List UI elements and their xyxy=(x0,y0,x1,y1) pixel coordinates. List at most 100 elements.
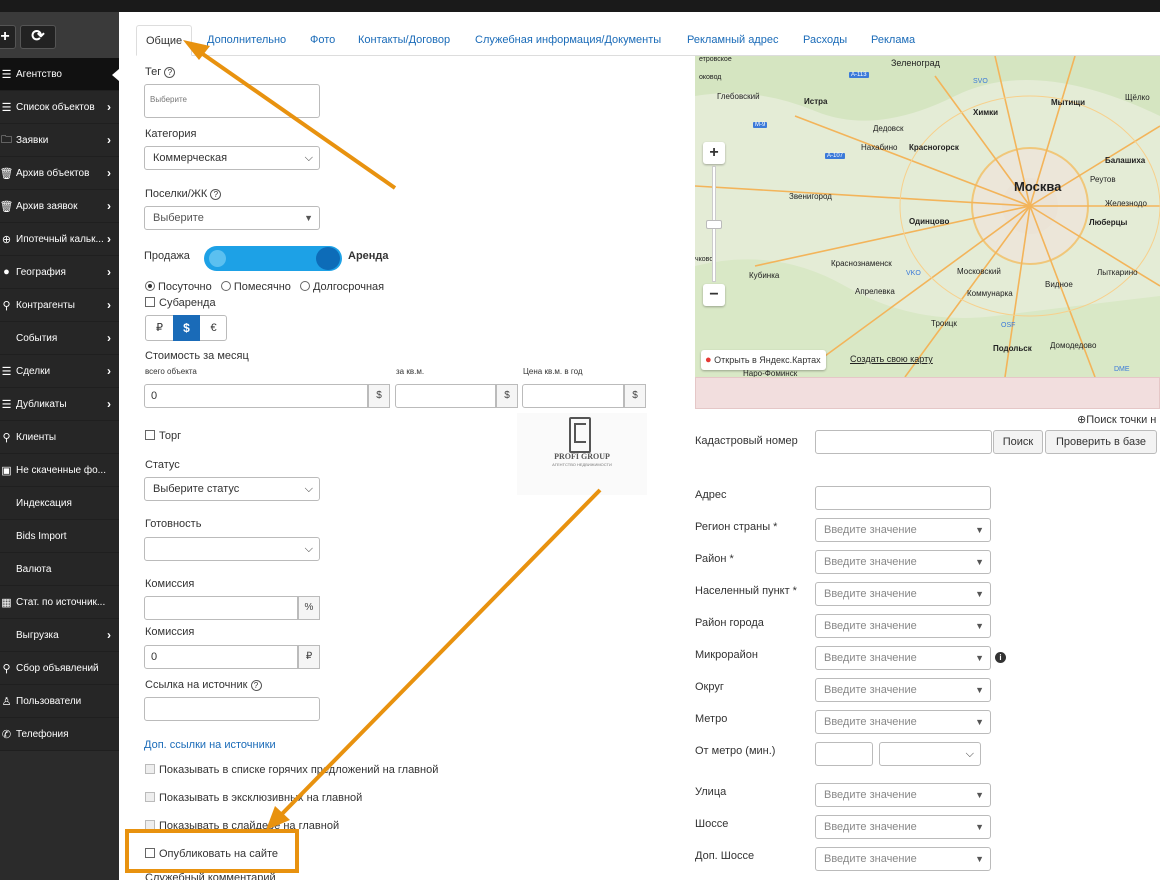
source-input[interactable] xyxy=(144,697,320,721)
currency-usd[interactable]: $ xyxy=(173,315,200,341)
tab-photo[interactable]: Фото xyxy=(310,25,335,56)
sidebar-item[interactable]: Выгрузка › xyxy=(0,619,119,652)
currency-rub[interactable]: ₽ xyxy=(146,316,173,340)
extra-links[interactable]: Доп. ссылки на источники xyxy=(144,739,276,751)
currency-eur[interactable]: € xyxy=(200,316,227,340)
sidebar-item[interactable]: События › xyxy=(0,322,119,355)
show-hot-checkbox[interactable]: Показывать в списке горячих предложений … xyxy=(145,764,438,776)
metro-select[interactable]: Введите значение ▼ xyxy=(815,710,991,734)
city-district-label: Район города xyxy=(695,617,764,629)
tag-placeholder: Выберите xyxy=(150,95,187,104)
caret-down-icon: ▼ xyxy=(975,557,984,567)
help-icon[interactable]: ? xyxy=(250,680,262,691)
search-button[interactable]: Поиск xyxy=(993,430,1043,454)
sidebar-item[interactable]: 🗑 Архив объектов › xyxy=(0,157,119,190)
sidebar-item[interactable]: Валюта xyxy=(0,553,119,586)
settlement-select[interactable]: Выберите ▼ xyxy=(144,206,320,230)
chevron-right-icon: › xyxy=(107,100,111,114)
zoom-in-button[interactable]: + xyxy=(703,142,725,164)
sidebar-item[interactable]: ● География › xyxy=(0,256,119,289)
zoom-out-button[interactable]: − xyxy=(703,284,725,306)
tab-service-info[interactable]: Служебная информация/Документы xyxy=(475,25,661,56)
tab-ad-address[interactable]: Рекламный адрес xyxy=(687,25,778,56)
tag-input[interactable]: Выберите xyxy=(144,84,320,118)
radio-daily[interactable]: Посуточно xyxy=(145,281,212,293)
sidebar-item[interactable]: Индексация xyxy=(0,487,119,520)
city-district-select[interactable]: Введите значение ▼ xyxy=(815,614,991,638)
info-icon[interactable]: i xyxy=(995,652,1006,663)
sidebar-item[interactable]: ▦ Стат. по источник... xyxy=(0,586,119,619)
from-metro-input[interactable] xyxy=(815,742,873,766)
district-select[interactable]: Введите значение ▼ xyxy=(815,550,991,574)
sidebar: + ⟳ ☰ Агентство ☰ Список объектов › 🗀 Заявки › 🗑… xyxy=(0,12,119,880)
sidebar-item[interactable]: ♙ Пользователи xyxy=(0,685,119,718)
sidebar-item[interactable]: ☰ Список объектов › xyxy=(0,91,119,124)
locality-select[interactable]: Введите значение ▼ xyxy=(815,582,991,606)
create-map-link[interactable]: Создать свою карту xyxy=(850,354,933,364)
okrug-select[interactable]: Введите значение ▼ xyxy=(815,678,991,702)
sidebar-item[interactable]: ⚲ Контрагенты › xyxy=(0,289,119,322)
street-select[interactable]: Введите значение ▼ xyxy=(815,783,991,807)
price-sqm-input[interactable] xyxy=(395,384,496,408)
help-icon[interactable]: ? xyxy=(164,67,176,78)
sidebar-item[interactable]: Bids Import xyxy=(0,520,119,553)
sidebar-item[interactable]: ▣ Не скаченные фо... xyxy=(0,454,119,487)
show-exclusive-checkbox[interactable]: Показывать в эксклюзивных на главной xyxy=(145,792,362,804)
circle-arrow-icon: ⊕ xyxy=(1,233,12,246)
extra-highway-select[interactable]: Введите значение ▼ xyxy=(815,847,991,871)
tab-contacts[interactable]: Контакты/Договор xyxy=(358,25,450,56)
address-input[interactable] xyxy=(815,486,991,510)
sidebar-item-label: Телефония xyxy=(16,728,69,740)
cadastral-input[interactable] xyxy=(815,430,992,454)
sidebar-item[interactable]: 🗀 Заявки › xyxy=(0,124,119,157)
sidebar-item-label: Клиенты xyxy=(16,431,57,443)
sidebar-item-label: Дубликаты xyxy=(16,398,67,410)
toggle-track-dot xyxy=(209,250,226,267)
readiness-select[interactable]: ⌵ xyxy=(144,537,320,561)
map-city-label: Лыткарино xyxy=(1097,268,1138,277)
sidebar-item-label: Ипотечный кальк... xyxy=(16,233,104,245)
bargain-checkbox[interactable]: Торг xyxy=(145,430,181,442)
search-point-link[interactable]: ⊕Поиск точки н xyxy=(1077,413,1156,426)
price-year-input[interactable] xyxy=(522,384,624,408)
caret-down-icon: ▼ xyxy=(975,621,984,631)
sidebar-item[interactable]: ⚲ Сбор объявлений xyxy=(0,652,119,685)
help-icon[interactable]: ? xyxy=(210,189,222,200)
sublease-checkbox[interactable]: Субаренда xyxy=(145,297,216,309)
sidebar-item[interactable]: ⚲ Клиенты xyxy=(0,421,119,454)
sidebar-item[interactable]: ☰ Дубликаты › xyxy=(0,388,119,421)
highway-select[interactable]: Введите значение ▼ xyxy=(815,815,991,839)
map-city-label: Звенигород xyxy=(789,192,832,201)
region-select[interactable]: Введите значение ▼ xyxy=(815,518,991,542)
from-metro-mode-select[interactable]: ⌵ xyxy=(879,742,981,766)
add-icon[interactable]: + xyxy=(0,25,16,49)
logo-name: PROFI GROUP xyxy=(554,452,610,461)
open-yandex-maps-button[interactable]: ● Открыть в Яндекс.Картах xyxy=(701,350,826,370)
tab-ads[interactable]: Реклама xyxy=(871,25,915,56)
sidebar-item[interactable]: 🗑 Архив заявок › xyxy=(0,190,119,223)
price-total-input[interactable]: 0 xyxy=(144,384,368,408)
sale-rent-toggle[interactable] xyxy=(204,246,342,271)
zoom-slider-handle[interactable] xyxy=(706,220,722,229)
sidebar-item[interactable]: ☰ Агентство xyxy=(0,58,119,91)
map-status-strip xyxy=(695,377,1160,409)
sidebar-item[interactable]: ✆ Телефония xyxy=(0,718,119,751)
sidebar-item-label: Не скаченные фо... xyxy=(16,464,106,476)
radio-monthly[interactable]: Помесячно xyxy=(220,281,291,293)
microdistrict-select[interactable]: Введите значение ▼ xyxy=(815,646,991,670)
radio-long-term[interactable]: Долгосрочная xyxy=(299,281,384,293)
sidebar-item[interactable]: ⊕ Ипотечный кальк... › xyxy=(0,223,119,256)
map-city-label: Химки xyxy=(973,108,999,117)
tab-additional[interactable]: Дополнительно xyxy=(207,25,286,56)
trash-icon: 🗑 xyxy=(0,167,14,180)
sidebar-item[interactable]: ☰ Сделки › xyxy=(0,355,119,388)
map[interactable]: Москва Зеленоград Истра Химки Мытищи Щёлко Гле… xyxy=(695,56,1160,377)
refresh-icon[interactable]: ⟳ xyxy=(20,25,56,49)
tab-general[interactable]: Общие xyxy=(136,25,193,56)
commission2-input[interactable]: 0 xyxy=(144,645,298,669)
commission-input[interactable] xyxy=(144,596,298,620)
category-select[interactable]: Коммерческая ⌵ xyxy=(144,146,320,170)
status-select[interactable]: Выберите статус ⌵ xyxy=(144,477,320,501)
check-in-base-button[interactable]: Проверить в базе xyxy=(1045,430,1157,454)
tab-expenses[interactable]: Расходы xyxy=(803,25,847,56)
